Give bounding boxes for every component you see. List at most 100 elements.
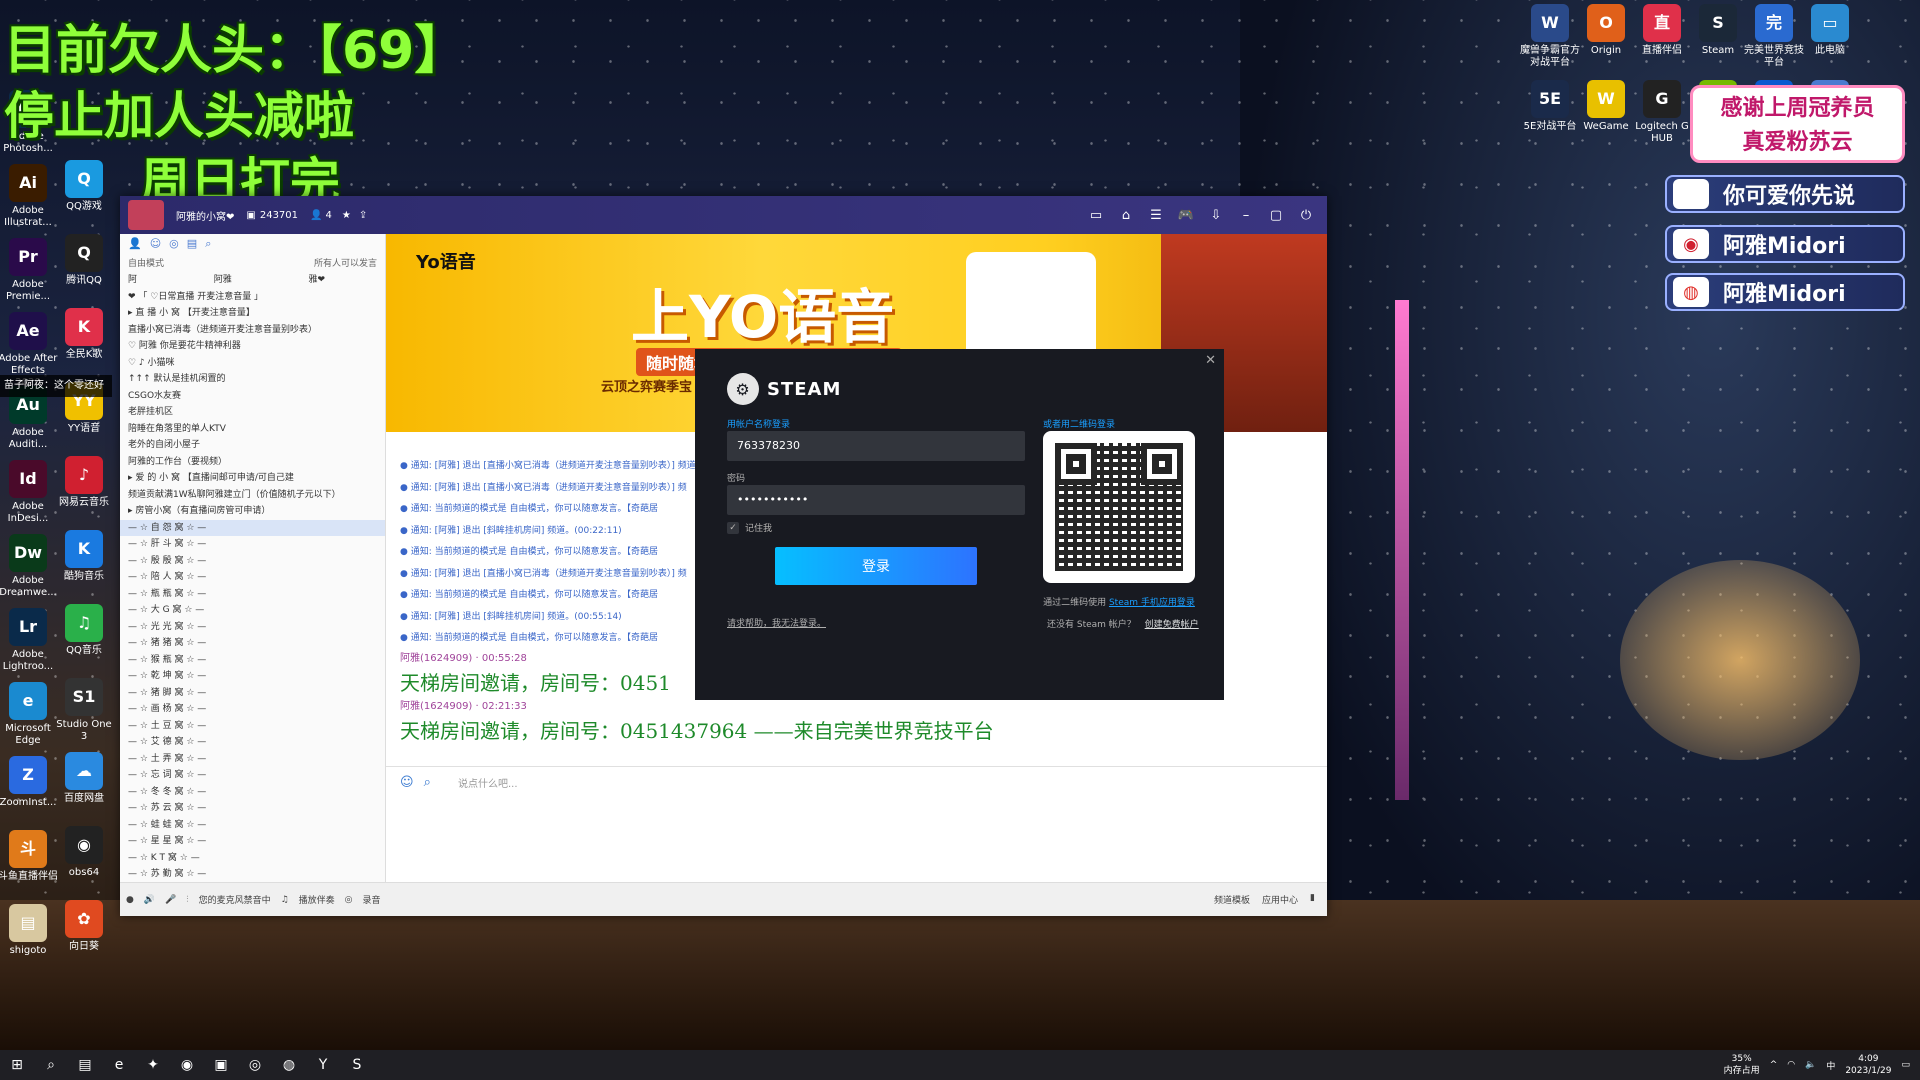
channel-item[interactable]: — ☆ 苏 勤 窝 ☆ — xyxy=(120,866,385,882)
account-input[interactable]: 763378230 xyxy=(727,431,1025,461)
app-icon[interactable]: ▣ xyxy=(204,1050,238,1080)
desktop-icon[interactable]: 完完美世界竞技平台 xyxy=(1744,4,1804,69)
wifi-icon[interactable]: ◠ xyxy=(1787,1060,1795,1070)
mode-select[interactable]: 自由模式 xyxy=(128,256,164,272)
mixer-icon[interactable]: ⫶ xyxy=(186,895,188,905)
desktop-icon[interactable]: ◉ obs64 xyxy=(54,826,114,879)
channel-item[interactable]: — ☆ 殷 殷 窝 ☆ — xyxy=(120,553,385,570)
steam-icon[interactable]: S xyxy=(340,1050,374,1080)
channel-item[interactable]: — ☆ 画 杨 窝 ☆ — xyxy=(120,701,385,718)
desktop-icon[interactable]: 5E 5E对战平台 xyxy=(1520,80,1580,133)
channel-item[interactable]: ▸ 房管小窝（有直播间房管可申请） xyxy=(120,503,385,520)
desktop-icon[interactable]: W 魔兽争霸官方对战平台 xyxy=(1520,4,1580,69)
channel-item[interactable]: 直播小窝已消毒（进频道开麦注意音量别吵表） xyxy=(120,322,385,339)
studio-one-icon[interactable]: ✦ xyxy=(136,1050,170,1080)
channel-item[interactable]: — ☆ 光 光 窝 ☆ — xyxy=(120,619,385,636)
channel-item[interactable]: 陪睡在角落里的单人KTV xyxy=(120,421,385,438)
app-center-button[interactable]: 应用中心 xyxy=(1262,893,1298,906)
channel-item[interactable]: — ☆ 冬 冬 窝 ☆ — xyxy=(120,784,385,801)
help-link[interactable]: 请求帮助，我无法登录。 xyxy=(727,616,826,629)
desktop-icon[interactable]: 斗斗鱼直播伴侣 xyxy=(0,830,58,883)
channel-item[interactable]: — ☆ 猪 脚 窝 ☆ — xyxy=(120,685,385,702)
channel-sidebar[interactable]: 👤 ☺ ◎ ▤ ⌕ 自由模式 所有人可以发言 阿 阿雅 雅❤ ❤ 「 ♡日常直播… xyxy=(120,234,386,882)
edge-icon[interactable]: e xyxy=(102,1050,136,1080)
remember-checkbox[interactable]: ✓ xyxy=(727,521,739,534)
yy-icon[interactable]: Y xyxy=(306,1050,340,1080)
desktop-icon[interactable]: Q QQ游戏 xyxy=(54,160,114,213)
channel-item[interactable]: — ☆ 陪 人 窝 ☆ — xyxy=(120,569,385,586)
windows-start-icon[interactable]: ⊞ xyxy=(0,1050,34,1080)
star-icon[interactable]: ★ xyxy=(342,210,351,221)
ime-indicator[interactable]: 中 xyxy=(1826,1059,1835,1072)
gamepad-icon[interactable]: 🎮 xyxy=(1175,204,1197,226)
power-icon[interactable]: ⏻ xyxy=(1295,204,1317,226)
channel-item[interactable]: 阿雅的工作台（要视频） xyxy=(120,454,385,471)
desktop-icon[interactable]: Ai Adobe Illustrat... xyxy=(0,164,58,229)
share-icon[interactable]: ⇪ xyxy=(359,210,367,221)
channel-item[interactable]: — ☆ 忘 词 窝 ☆ — xyxy=(120,767,385,784)
window-icon[interactable]: ▢ xyxy=(1265,204,1287,226)
channel-item[interactable]: — ☆ 艾 德 窝 ☆ — xyxy=(120,734,385,751)
yy-titlebar[interactable]: 阿雅的小窝❤ ▣ 243701 👤 4 ★ ⇪ ▭ ⌂ ☰ 🎮 ⇩ – ▢ ⏻ xyxy=(120,196,1327,234)
template-button[interactable]: 频道模板 xyxy=(1214,893,1250,906)
channel-item[interactable]: ↑↑↑ 默认是挂机闲置的 xyxy=(120,371,385,388)
desktop-icon[interactable]: K 酷狗音乐 xyxy=(54,530,114,583)
channel-item[interactable]: ❤ 「 ♡日常直播 开麦注意音量 」 xyxy=(120,289,385,306)
search-icon[interactable]: ⌕ xyxy=(34,1050,68,1080)
channel-item[interactable]: — ☆ 土 豆 窝 ☆ — xyxy=(120,718,385,735)
channel-item[interactable]: — ☆ 土 弄 窝 ☆ — xyxy=(120,751,385,768)
steam-login-dialog[interactable]: ✕ ⚙ STEAM 用帐户名称登录 763378230 密码 •••••••••… xyxy=(695,349,1224,700)
volume-icon[interactable]: 🔊 xyxy=(144,895,155,905)
channel-item[interactable]: ▸ 直 播 小 窝 【开麦注意音量】 xyxy=(120,305,385,322)
desktop-icon[interactable]: Lr Adobe Lightroo... xyxy=(0,608,58,673)
list-icon[interactable]: ☰ xyxy=(1145,204,1167,226)
record-button[interactable]: 录音 xyxy=(363,893,381,906)
search-icon[interactable]: ⌕ xyxy=(205,237,211,253)
desktop-icon[interactable]: ▭ 此电脑 xyxy=(1800,4,1860,57)
explorer-icon[interactable]: ▤ xyxy=(68,1050,102,1080)
channel-item[interactable]: — ☆ 自 怨 窝 ☆ — xyxy=(120,519,385,536)
password-input[interactable]: ••••••••••• xyxy=(727,485,1025,515)
channel-item[interactable]: — ☆ 猴 瓶 窝 ☆ — xyxy=(120,652,385,669)
channel-item[interactable]: — ☆ 瓶 瓶 窝 ☆ — xyxy=(120,586,385,603)
home-icon[interactable]: ⌂ xyxy=(1115,204,1137,226)
screen-icon[interactable]: ▭ xyxy=(1085,204,1107,226)
close-icon[interactable]: ✕ xyxy=(1205,353,1216,368)
desktop-icon[interactable]: ♪ 网易云音乐 xyxy=(54,456,114,509)
minimize-icon[interactable]: – xyxy=(1235,204,1257,226)
netease-music-icon[interactable]: ◉ xyxy=(170,1050,204,1080)
desktop-icon[interactable]: K 全民K歌 xyxy=(54,308,114,361)
chat-input-area[interactable]: ☺ ⌕ 说点什么吧... xyxy=(386,766,1327,882)
desktop-icon[interactable]: 直直播伴侣 xyxy=(1632,4,1692,57)
person-icon[interactable]: 👤 xyxy=(128,237,142,253)
channel-item[interactable]: — ☆ 星 星 窝 ☆ — xyxy=(120,833,385,850)
desktop-icon[interactable]: Q 腾讯QQ xyxy=(54,234,114,287)
desktop-icon[interactable]: S Steam xyxy=(1688,4,1748,57)
mobile-app-link[interactable]: Steam 手机应用登录 xyxy=(1109,598,1195,608)
channel-item[interactable]: — ☆ 大 G 窝 ☆ — xyxy=(120,602,385,619)
desktop-icon[interactable]: G Logitech G HUB xyxy=(1632,80,1692,145)
desktop-icon[interactable]: O Origin xyxy=(1576,4,1636,57)
desktop-icon[interactable]: S1 Studio One 3 xyxy=(54,678,114,743)
desktop-icon[interactable]: ♫ QQ音乐 xyxy=(54,604,114,657)
obs-icon[interactable]: ◎ xyxy=(238,1050,272,1080)
download-icon[interactable]: ⇩ xyxy=(1205,204,1227,226)
emoji-icon[interactable]: ☺ xyxy=(400,775,414,790)
channel-item[interactable]: — ☆ 苏 云 窝 ☆ — xyxy=(120,800,385,817)
channel-item[interactable]: ♡ 阿雅 你是要花牛精神利器 xyxy=(120,338,385,355)
create-account-link[interactable]: 创建免费帐户 xyxy=(1145,620,1199,630)
desktop-icon[interactable]: ▤ shigoto xyxy=(0,904,58,957)
desktop-icon[interactable]: Pr Adobe Premie... xyxy=(0,238,58,303)
channel-item[interactable]: — ☆ 肝 斗 窝 ☆ — xyxy=(120,536,385,553)
desktop-icon[interactable]: e Microsoft Edge xyxy=(0,682,58,747)
channel-item[interactable]: — ☆ 乾 坤 窝 ☆ — xyxy=(120,668,385,685)
avatar-icon[interactable]: ● xyxy=(126,895,134,905)
browser-icon[interactable]: ◍ xyxy=(272,1050,306,1080)
mic-icon[interactable]: 🎤 xyxy=(165,895,176,905)
channel-item[interactable]: 老胖挂机区 xyxy=(120,404,385,421)
channel-item[interactable]: CSGO水友赛 xyxy=(120,388,385,405)
speaker-icon[interactable]: 🔈 xyxy=(1805,1060,1816,1070)
bgm-button[interactable]: 播放伴奏 xyxy=(299,893,335,906)
desktop-icon[interactable]: Id Adobe InDesi... xyxy=(0,460,58,525)
desktop-icon[interactable]: Z ZoomInst... xyxy=(0,756,58,809)
